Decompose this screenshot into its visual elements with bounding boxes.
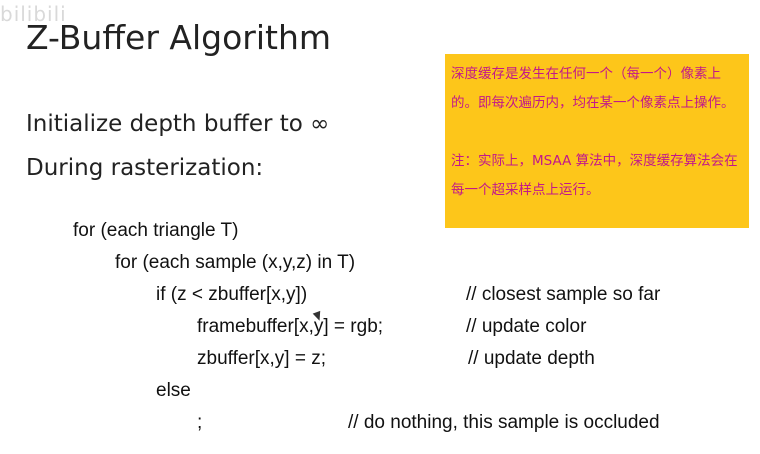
code-line-2: for (each sample (x,y,z) in T) xyxy=(115,252,356,273)
note-spacer xyxy=(451,118,743,147)
annotation-note: 深度缓存是发生在任何一个（每一个）像素上的。即每次遍历内，均在某一个像素点上操作… xyxy=(445,54,749,228)
code-line-4: framebuffer[x,y] = rgb; xyxy=(197,316,384,337)
code-line-1: for (each triangle T) xyxy=(73,220,239,241)
code-comment-5: // update depth xyxy=(468,348,595,369)
code-comment-4: // update color xyxy=(466,316,587,337)
code-comment-3: // closest sample so far xyxy=(466,284,661,305)
slide-title: Z-Buffer Algorithm xyxy=(26,18,332,57)
code-line-6: else xyxy=(156,380,191,401)
code-line-3: if (z < zbuffer[x,y]) xyxy=(156,284,308,305)
bullet-initialize: Initialize depth buffer to ∞ xyxy=(26,111,330,137)
bullet-rasterization: During rasterization: xyxy=(26,155,264,181)
note-paragraph-2: 注：实际上，MSAA 算法中，深度缓存算法会在每一个超采样点上运行。 xyxy=(451,153,738,198)
code-comment-7: // do nothing, this sample is occluded xyxy=(348,412,660,433)
note-paragraph-1: 深度缓存是发生在任何一个（每一个）像素上的。即每次遍历内，均在某一个像素点上操作… xyxy=(451,66,735,111)
code-line-5: zbuffer[x,y] = z; xyxy=(197,348,327,369)
code-line-7: ; xyxy=(197,412,203,433)
